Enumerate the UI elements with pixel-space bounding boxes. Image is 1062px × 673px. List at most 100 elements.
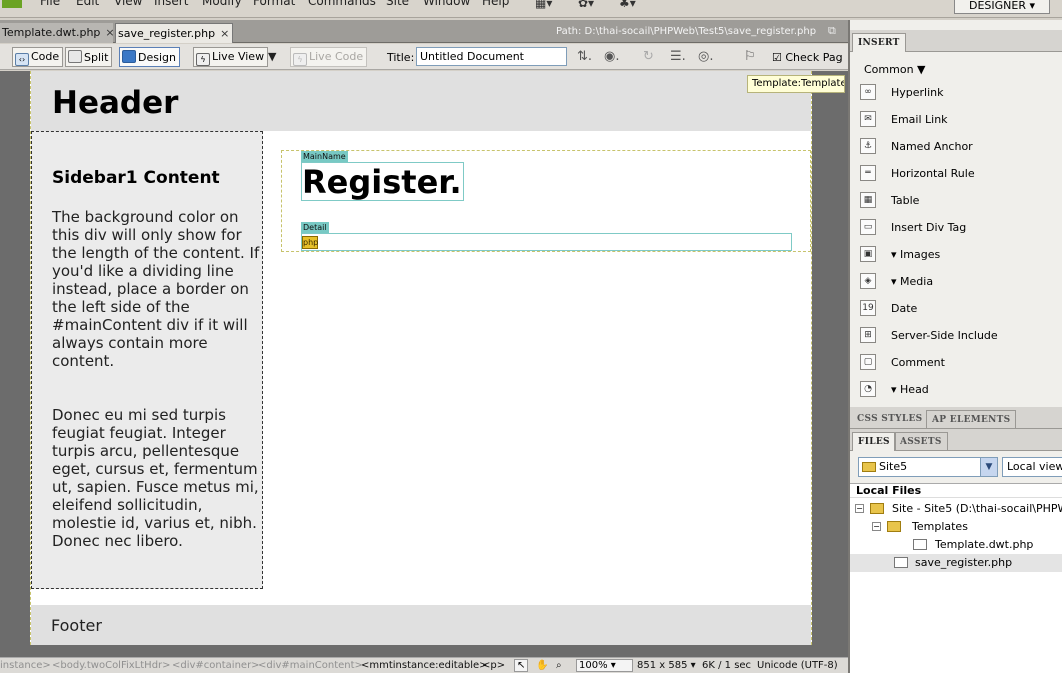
- close-icon[interactable]: ×: [105, 26, 114, 39]
- detail-region-tab[interactable]: Detail: [301, 222, 329, 233]
- tab-template-dwt[interactable]: Template.dwt.php ×: [0, 23, 115, 43]
- menu-help[interactable]: Help: [482, 0, 509, 8]
- menu-insert[interactable]: Insert: [154, 0, 188, 8]
- document-toolbar: ‹› Code Split Design ϟ Live View ▼ ϟ Live C…: [0, 44, 848, 70]
- check-page-button[interactable]: ☑ Check Pag: [772, 51, 843, 64]
- tag-selector-p[interactable]: <p>: [482, 660, 505, 671]
- date-icon: 19: [860, 300, 876, 316]
- sidebar-region: Sidebar1 Content The background color on…: [31, 131, 263, 589]
- insert-server-side-include[interactable]: ⊞ Server-Side Include: [860, 326, 1060, 348]
- site-menu-icon[interactable]: ♣▾: [619, 0, 636, 10]
- check-page-label: Check Pag: [785, 51, 843, 64]
- folder-icon: [870, 503, 884, 514]
- insert-date[interactable]: 19 Date: [860, 299, 1060, 321]
- mainname-region-tab[interactable]: MainName: [301, 151, 348, 162]
- live-view-label: Live View: [212, 50, 265, 63]
- hand-tool-icon[interactable]: ✋: [536, 660, 548, 671]
- register-heading: Register.: [302, 163, 462, 201]
- insert-item-text: Media: [900, 275, 934, 288]
- insert-item-text: Head: [900, 383, 929, 396]
- site-select[interactable]: Site5 ▼: [858, 457, 998, 477]
- menu-window[interactable]: Window: [423, 0, 470, 8]
- design-canvas[interactable]: Header Sidebar1 Content The background c…: [0, 71, 848, 657]
- live-view-button[interactable]: ϟ Live View: [193, 47, 269, 67]
- insert-horizontal-rule[interactable]: ═ Horizontal Rule: [860, 164, 1060, 186]
- close-icon[interactable]: ×: [220, 27, 229, 40]
- window-size-value: 851 x 585: [637, 660, 688, 671]
- zoom-tool-icon[interactable]: ⌕: [556, 660, 562, 671]
- tree-item-save-register[interactable]: save_register.php: [850, 554, 1062, 572]
- menu-modify[interactable]: Modify: [202, 0, 242, 8]
- tag-selector-maincontent[interactable]: <div#mainContent>: [258, 660, 363, 671]
- insert-category-label: Common: [864, 63, 914, 76]
- tab-files[interactable]: FILES: [852, 432, 896, 451]
- insert-images[interactable]: ▣ ▾ Images: [860, 245, 1060, 267]
- images-icon: ▣: [860, 246, 876, 262]
- tag-selector-container[interactable]: <div#container>: [172, 660, 260, 671]
- insert-item-label: Insert Div Tag: [891, 221, 967, 234]
- tab-label: Template.dwt.php: [2, 26, 101, 39]
- menu-format[interactable]: Format: [253, 0, 295, 8]
- view-options-icon[interactable]: ☰.: [670, 49, 686, 64]
- div-tag-icon: ▭: [860, 219, 876, 235]
- insert-hyperlink[interactable]: ∞ Hyperlink: [860, 83, 1060, 105]
- tag-selector-body[interactable]: <body.twoColFixLtHdr>: [52, 660, 171, 671]
- menu-edit[interactable]: Edit: [76, 0, 99, 8]
- preview-browser-icon[interactable]: ◉.: [604, 49, 619, 64]
- tree-item-label: Site - Site5 (D:\thai-socail\PHPW...: [892, 502, 1062, 515]
- insert-div-tag[interactable]: ▭ Insert Div Tag: [860, 218, 1060, 240]
- detail-editable-region[interactable]: [301, 233, 792, 251]
- menu-site[interactable]: Site: [386, 0, 409, 8]
- php-code-icon[interactable]: php: [302, 236, 318, 249]
- tab-save-register[interactable]: save_register.php ×: [115, 23, 233, 43]
- tab-insert[interactable]: INSERT: [852, 33, 906, 52]
- layout-menu-icon[interactable]: ▦▾: [535, 0, 552, 10]
- pointer-tool-icon[interactable]: ↖: [514, 659, 529, 672]
- insert-email-link[interactable]: ✉ Email Link: [860, 110, 1060, 132]
- tree-item-templates[interactable]: − Templates: [850, 518, 1062, 536]
- tab-ap-elements[interactable]: AP ELEMENTS: [926, 410, 1017, 429]
- chevron-down-icon[interactable]: ▼: [980, 458, 997, 476]
- restore-window-icon[interactable]: ⧉: [828, 24, 836, 38]
- footer-text: Footer: [51, 616, 102, 635]
- visual-aids-icon[interactable]: ◎.: [698, 49, 713, 64]
- insert-media[interactable]: ◈ ▾ Media: [860, 272, 1060, 294]
- css-panel-header: CSS STYLES AP ELEMENTS: [850, 407, 1062, 429]
- tree-item-template-dwt[interactable]: Template.dwt.php: [850, 536, 1062, 554]
- insert-category-select[interactable]: Common ▼: [864, 63, 926, 76]
- tag-selector-editable[interactable]: <mmtinstance:editable>: [361, 660, 488, 671]
- insert-item-label: Table: [891, 194, 920, 207]
- status-bar: instance> <body.twoColFixLtHdr> <div#con…: [0, 657, 848, 673]
- insert-item-label: ▾ Images: [891, 248, 941, 261]
- tree-item-site[interactable]: − Site - Site5 (D:\thai-socail\PHPW...: [850, 500, 1062, 518]
- insert-head[interactable]: ◔ ▾ Head: [860, 380, 1060, 402]
- live-code-button: ϟ Live Code: [290, 47, 368, 67]
- collapse-icon[interactable]: −: [872, 522, 881, 531]
- tag-selector-instance[interactable]: instance>: [0, 660, 51, 671]
- extend-menu-icon[interactable]: ✿▾: [578, 0, 594, 10]
- menu-commands[interactable]: Commands: [308, 0, 376, 8]
- workspace-switcher[interactable]: DESIGNER ▾: [954, 0, 1050, 14]
- collapse-icon[interactable]: −: [855, 504, 864, 513]
- zoom-select[interactable]: 100% ▾: [576, 659, 633, 672]
- insert-comment[interactable]: ▢ Comment: [860, 353, 1060, 375]
- split-view-button[interactable]: Split: [65, 47, 113, 67]
- validate-markup-icon[interactable]: ⚐: [744, 49, 756, 64]
- file-management-icon[interactable]: ⇅.: [577, 49, 592, 64]
- live-view-dropdown-icon[interactable]: ▼: [268, 50, 276, 63]
- document-title-input[interactable]: [416, 47, 567, 66]
- email-link-icon: ✉: [860, 111, 876, 127]
- insert-named-anchor[interactable]: ⚓ Named Anchor: [860, 137, 1060, 159]
- window-size[interactable]: 851 x 585 ▾: [637, 660, 696, 671]
- view-select[interactable]: Local view: [1002, 457, 1062, 477]
- tab-assets[interactable]: ASSETS: [894, 432, 948, 451]
- refresh-icon[interactable]: ↻: [643, 49, 654, 64]
- menu-view[interactable]: View: [114, 0, 142, 8]
- insert-table[interactable]: ▦ Table: [860, 191, 1060, 213]
- insert-item-label: Named Anchor: [891, 140, 973, 153]
- design-view-button[interactable]: Design: [119, 47, 180, 67]
- menu-file[interactable]: File: [40, 0, 60, 8]
- tab-css-styles[interactable]: CSS STYLES: [852, 410, 927, 429]
- comment-icon: ▢: [860, 354, 876, 370]
- code-view-button[interactable]: ‹› Code: [12, 47, 64, 67]
